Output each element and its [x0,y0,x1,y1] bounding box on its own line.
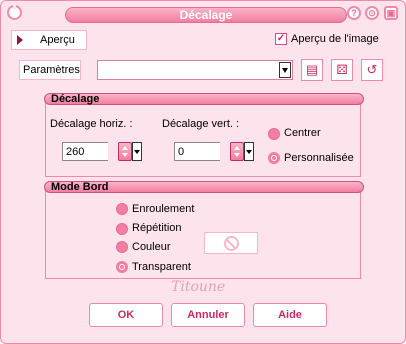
edge-mode-group-title: Mode Bord [44,181,364,193]
options-icon[interactable]: ⊙ [365,6,379,20]
watermark: Titoune [171,279,226,295]
transparent-radio[interactable] [116,261,128,273]
center-label: Centrer [284,127,321,139]
offset-group-title: Décalage [44,93,364,105]
image-preview-checkbox[interactable]: ✓ [275,33,287,45]
center-radio[interactable] [268,128,280,140]
reset-icon[interactable]: ↺ [361,59,383,81]
image-preview-label: Aperçu de l'image [291,33,379,45]
vertical-dropdown-icon[interactable] [244,142,254,161]
wrap-radio[interactable] [116,203,128,215]
preview-label: Aperçu [40,34,75,46]
repeat-radio[interactable] [116,223,128,235]
color-swatch[interactable] [204,232,258,254]
vertical-offset-input[interactable]: 0 [174,142,254,161]
save-preset-icon[interactable]: ▤ [301,59,323,81]
settings-dropdown[interactable] [97,60,293,80]
horizontal-offset-input[interactable]: 260 [62,142,142,161]
random-dice-icon[interactable]: ⚄ [331,59,353,81]
play-icon [17,35,23,45]
ok-button[interactable]: OK [89,303,163,327]
help-button[interactable]: Aide [253,303,327,327]
horizontal-offset-value: 260 [66,146,85,158]
transparent-label: Transparent [132,261,191,273]
settings-label: Paramètres [19,60,81,80]
help-icon[interactable]: ? [347,6,361,20]
power-icon[interactable] [7,3,22,20]
horizontal-offset-label: Décalage horiz. : [50,118,133,130]
repeat-label: Répétition [132,222,182,234]
color-radio[interactable] [116,241,128,253]
save-window-icon[interactable]: ▣ [384,6,398,20]
vertical-offset-label: Décalage vert. : [162,118,240,130]
custom-radio[interactable] [268,152,280,164]
horizontal-dropdown-icon[interactable] [132,142,142,161]
edge-mode-group: Mode Bord Enroulement Répétition Couleur… [44,181,364,279]
dialog-window: Décalage ? ⊙ ▣ Aperçu ✓ Aperçu de l'imag… [0,0,406,344]
custom-label: Personnalisée [284,152,354,164]
color-label: Couleur [132,241,171,253]
offset-group: Décalage Décalage horiz. : 260 Décalage … [44,93,364,177]
horizontal-spinner-icon[interactable] [118,142,132,161]
preview-toggle[interactable]: Aperçu [11,30,87,50]
title-bar: Décalage ? ⊙ ▣ [1,1,405,27]
no-color-icon [224,236,239,251]
vertical-spinner-icon[interactable] [230,142,244,161]
window-title: Décalage [65,7,347,23]
chevron-down-icon[interactable] [279,62,291,78]
vertical-offset-value: 0 [178,146,185,158]
cancel-button[interactable]: Annuler [171,303,245,327]
wrap-label: Enroulement [132,203,195,215]
